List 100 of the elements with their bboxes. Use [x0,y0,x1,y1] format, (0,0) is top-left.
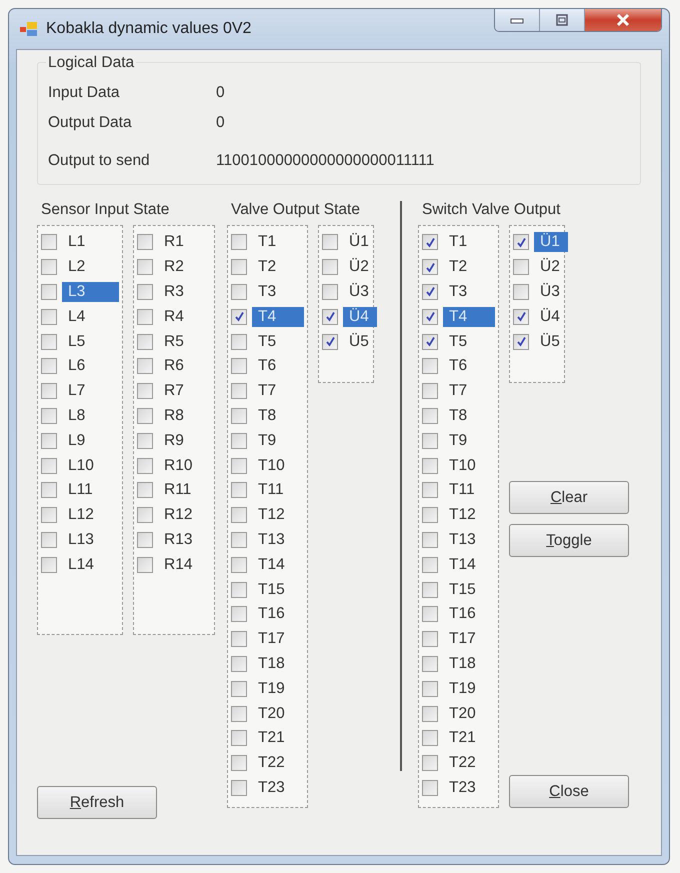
list-item[interactable]: T4 [252,306,304,327]
checkbox[interactable] [422,606,438,622]
checkbox[interactable] [422,755,438,772]
list-item[interactable]: T9 [252,430,304,451]
checkbox[interactable] [322,334,338,350]
list-item[interactable]: Ü2 [534,257,568,278]
checkbox[interactable] [137,334,153,350]
checkbox[interactable] [41,556,57,573]
maximize-button[interactable] [540,9,585,31]
list-item[interactable]: L7 [62,381,119,402]
checkbox[interactable] [422,234,438,250]
checkbox[interactable] [137,284,153,300]
list-item[interactable]: T3 [252,282,304,302]
checkbox[interactable] [422,482,438,498]
list-item[interactable]: Ü4 [343,306,377,327]
toggle-button[interactable]: Toggle [509,524,629,557]
checkbox[interactable] [41,458,57,474]
clear-button[interactable]: Clear [509,481,629,514]
checkbox[interactable] [422,556,438,573]
list-item[interactable]: T15 [252,580,304,600]
list-item[interactable]: R14 [158,554,211,575]
list-item[interactable]: Ü4 [534,306,568,327]
list-item[interactable]: T3 [443,282,495,302]
list-item[interactable]: T19 [252,678,304,699]
checkbox[interactable] [231,308,247,325]
checkbox[interactable] [231,284,247,300]
refresh-button[interactable]: Refresh [37,786,157,819]
checkbox[interactable] [422,308,438,325]
list-item[interactable]: L13 [62,530,119,550]
list-item[interactable]: R12 [158,505,211,526]
checkbox[interactable] [137,458,153,474]
checkbox[interactable] [137,259,153,276]
list-item[interactable]: R7 [158,381,211,402]
checkbox[interactable] [231,358,247,374]
list-item[interactable]: T13 [443,530,495,550]
checkbox[interactable] [322,234,338,250]
checkbox[interactable] [231,458,247,474]
checkbox[interactable] [513,308,529,325]
checkbox[interactable] [322,308,338,325]
checkbox[interactable] [231,680,247,697]
checkbox[interactable] [513,334,529,350]
list-item[interactable]: Ü5 [534,332,568,352]
list-item[interactable]: T1 [443,232,495,252]
checkbox[interactable] [231,432,247,449]
checkbox[interactable] [231,730,247,746]
checkbox[interactable] [231,656,247,672]
list-item[interactable]: T1 [252,232,304,252]
list-item[interactable]: T20 [443,704,495,724]
checkbox[interactable] [513,284,529,300]
list-item[interactable]: L2 [62,257,119,278]
list-item[interactable]: R13 [158,530,211,550]
checkbox[interactable] [422,507,438,524]
list-item[interactable]: T10 [252,456,304,476]
checkbox[interactable] [41,259,57,276]
checkbox[interactable] [422,432,438,449]
checkbox[interactable] [422,334,438,350]
checkbox[interactable] [322,284,338,300]
checkbox[interactable] [513,234,529,250]
checkbox[interactable] [231,556,247,573]
list-item[interactable]: R6 [158,356,211,376]
list-item[interactable]: T11 [443,480,495,500]
list-item[interactable]: T6 [252,356,304,376]
checkbox[interactable] [513,259,529,276]
checkbox[interactable] [231,259,247,276]
checkbox[interactable] [422,631,438,648]
list-item[interactable]: Ü5 [343,332,377,352]
checkbox[interactable] [41,334,57,350]
list-item[interactable]: R1 [158,232,211,252]
list-item[interactable]: Ü3 [534,282,568,302]
checkbox[interactable] [137,507,153,524]
list-item[interactable]: R2 [158,257,211,278]
list-item[interactable]: R9 [158,430,211,451]
list-item[interactable]: T21 [252,728,304,748]
checkbox[interactable] [137,308,153,325]
list-item[interactable]: T6 [443,356,495,376]
checkbox[interactable] [41,358,57,374]
list-item[interactable]: T12 [252,505,304,526]
list-item[interactable]: T22 [252,753,304,774]
list-item[interactable]: R10 [158,456,211,476]
checkbox[interactable] [41,408,57,424]
checkbox[interactable] [422,383,438,400]
close-button[interactable] [585,9,661,31]
list-item[interactable]: T11 [252,480,304,500]
list-item[interactable]: L10 [62,456,119,476]
list-item[interactable]: Ü2 [343,257,377,278]
checkbox[interactable] [231,408,247,424]
checkbox[interactable] [41,284,57,300]
list-item[interactable]: L8 [62,406,119,426]
checkbox[interactable] [231,482,247,498]
checkbox[interactable] [231,706,247,722]
checkbox[interactable] [422,284,438,300]
list-item[interactable]: L5 [62,332,119,352]
list-item[interactable]: T7 [252,381,304,402]
list-item[interactable]: T2 [443,257,495,278]
list-item[interactable]: T7 [443,381,495,402]
checkbox[interactable] [137,358,153,374]
list-item[interactable]: T5 [252,332,304,352]
minimize-button[interactable] [495,9,540,31]
list-item[interactable]: T22 [443,753,495,774]
list-item[interactable]: T19 [443,678,495,699]
